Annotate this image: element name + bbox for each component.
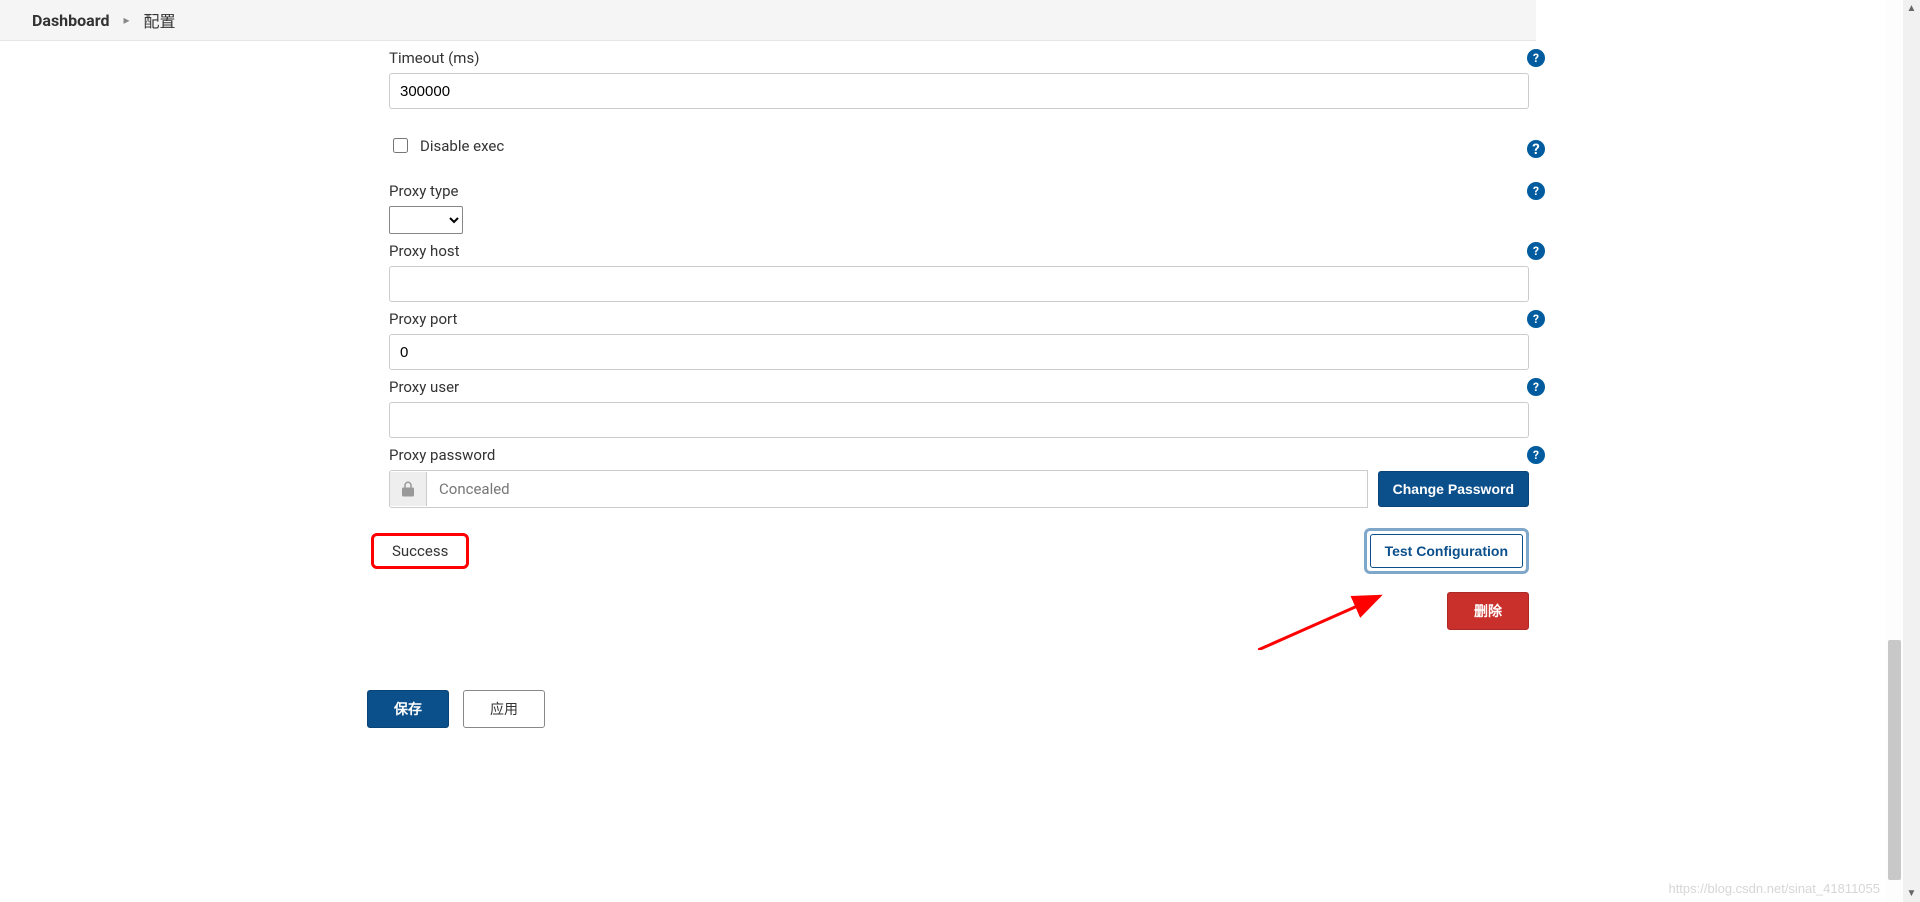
scroll-down-icon[interactable]: ▼ bbox=[1903, 885, 1920, 902]
footer-actions: 保存 应用 bbox=[367, 690, 545, 728]
help-icon[interactable]: ? bbox=[1527, 49, 1545, 67]
test-configuration-button[interactable]: Test Configuration bbox=[1370, 534, 1523, 568]
breadcrumb-root[interactable]: Dashboard bbox=[32, 11, 109, 30]
field-proxy-host: Proxy host ? bbox=[389, 242, 1529, 302]
save-button[interactable]: 保存 bbox=[367, 690, 449, 728]
help-icon[interactable]: ? bbox=[1527, 446, 1545, 464]
field-proxy-user: Proxy user ? bbox=[389, 378, 1529, 438]
help-icon[interactable]: ? bbox=[1527, 242, 1545, 260]
window-scrollbar[interactable]: ▲ ▼ bbox=[1903, 0, 1920, 902]
proxy-type-select[interactable] bbox=[389, 206, 463, 234]
proxy-port-label: Proxy port bbox=[389, 310, 1529, 328]
proxy-password-value: Concealed bbox=[439, 480, 510, 498]
field-proxy-type: Proxy type ? bbox=[389, 182, 1529, 234]
lock-icon bbox=[390, 472, 427, 506]
delete-button[interactable]: 删除 bbox=[1447, 592, 1529, 630]
watermark-text: https://blog.csdn.net/sinat_41811055 bbox=[1668, 881, 1880, 896]
field-timeout: Timeout (ms) ? bbox=[389, 49, 1529, 109]
help-icon[interactable]: ? bbox=[1527, 182, 1545, 200]
disable-exec-checkbox[interactable] bbox=[393, 138, 408, 153]
scrollbar-track[interactable] bbox=[1903, 17, 1920, 885]
breadcrumb-current: 配置 bbox=[143, 8, 175, 32]
status-text: Success bbox=[392, 542, 448, 560]
status-box-annotation: Success bbox=[371, 533, 469, 569]
change-password-button[interactable]: Change Password bbox=[1378, 471, 1529, 507]
scrollbar-thumb[interactable] bbox=[1888, 640, 1901, 880]
proxy-user-label: Proxy user bbox=[389, 378, 1529, 396]
breadcrumb: Dashboard ▸ 配置 bbox=[0, 0, 1536, 41]
timeout-input[interactable] bbox=[389, 73, 1529, 109]
help-icon[interactable]: ? bbox=[1527, 140, 1545, 158]
proxy-password-display: Concealed bbox=[389, 470, 1368, 508]
timeout-label: Timeout (ms) bbox=[389, 49, 1529, 67]
proxy-host-label: Proxy host bbox=[389, 242, 1529, 260]
help-icon[interactable]: ? bbox=[1527, 378, 1545, 396]
disable-exec-label: Disable exec bbox=[420, 137, 504, 155]
help-icon[interactable]: ? bbox=[1527, 310, 1545, 328]
field-proxy-password: Proxy password ? Concealed Change Passwo… bbox=[389, 446, 1529, 508]
test-configuration-highlight: Test Configuration bbox=[1364, 528, 1529, 574]
proxy-type-label: Proxy type bbox=[389, 182, 1529, 200]
proxy-host-input[interactable] bbox=[389, 266, 1529, 302]
field-proxy-port: Proxy port ? bbox=[389, 310, 1529, 370]
field-disable-exec: Disable exec ? bbox=[389, 135, 1529, 156]
proxy-user-input[interactable] bbox=[389, 402, 1529, 438]
proxy-password-label: Proxy password bbox=[389, 446, 1529, 464]
apply-button[interactable]: 应用 bbox=[463, 690, 545, 728]
chevron-right-icon: ▸ bbox=[123, 13, 129, 27]
proxy-port-input[interactable] bbox=[389, 334, 1529, 370]
page-scrollbar[interactable] bbox=[1886, 0, 1903, 902]
scroll-up-icon[interactable]: ▲ bbox=[1903, 0, 1920, 17]
